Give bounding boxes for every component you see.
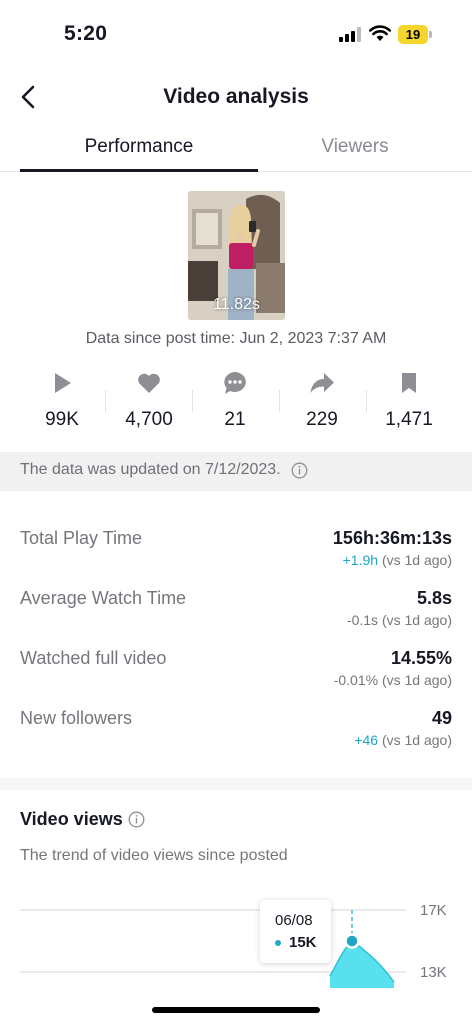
- heart-icon: [138, 373, 160, 393]
- metric-comments: 21: [192, 370, 278, 431]
- y-tick-17k: 17K: [420, 902, 447, 919]
- y-tick-13k: 13K: [420, 964, 447, 981]
- stat-value: 5.8s: [416, 588, 452, 608]
- tab-performance[interactable]: Performance: [20, 136, 258, 158]
- saves-count: 1,471: [385, 409, 433, 430]
- delta-amount: +46: [354, 732, 379, 748]
- comment-icon: [224, 372, 246, 394]
- info-icon[interactable]: [291, 462, 308, 479]
- delta-suffix: (vs 1d ago): [378, 552, 452, 568]
- status-bar: 5:20 19: [0, 0, 472, 70]
- tooltip-value: 15K: [289, 934, 317, 951]
- stat-total-play-time: Total Play Time 156h:36m:13s +1.9h (vs 1…: [0, 526, 472, 576]
- tab-bar: Performance Viewers: [0, 126, 472, 172]
- stat-new-followers: New followers 49 +46 (vs 1d ago): [0, 706, 472, 756]
- update-notice: The data was updated on 7/12/2023.: [20, 461, 281, 478]
- stat-delta: -0.1s (vs 1d ago): [347, 612, 452, 628]
- tab-viewers[interactable]: Viewers: [238, 136, 472, 158]
- stat-label: Watched full video: [20, 648, 167, 668]
- active-tab-indicator: [20, 169, 258, 172]
- series-dot: [275, 940, 281, 946]
- info-icon[interactable]: [128, 811, 145, 828]
- delta-suffix: (vs 1d ago): [378, 732, 452, 748]
- comments-count: 21: [224, 409, 246, 430]
- video-duration: 11.82s: [213, 296, 260, 313]
- data-since-text: Data since post time: Jun 2, 2023 7:37 A…: [85, 330, 387, 347]
- plays-count: 99K: [45, 409, 79, 430]
- video-thumbnail[interactable]: 11.82s: [188, 191, 285, 320]
- battery-icon: 19: [398, 25, 432, 44]
- stat-average-watch-time: Average Watch Time 5.8s -0.1s (vs 1d ago…: [0, 586, 472, 636]
- metric-saves: 1,471: [366, 370, 452, 431]
- stat-label: Average Watch Time: [20, 588, 187, 608]
- stat-watched-full-video: Watched full video 14.55% -0.01% (vs 1d …: [0, 646, 472, 696]
- delta-suffix: (vs 1d ago): [378, 612, 452, 628]
- tooltip-date: 06/08: [275, 912, 313, 929]
- bookmark-icon: [402, 373, 416, 393]
- play-icon: [55, 373, 71, 393]
- stat-delta: +1.9h (vs 1d ago): [343, 552, 452, 568]
- page-title: Video analysis: [163, 85, 309, 108]
- battery-level: 19: [405, 27, 421, 42]
- home-indicator[interactable]: [152, 1007, 320, 1013]
- delta-amount: -0.1s: [346, 612, 379, 628]
- delta-amount: +1.9h: [342, 552, 379, 568]
- chart-tooltip: 06/08 15K: [260, 900, 331, 963]
- metric-shares: 229: [279, 370, 365, 431]
- video-views-chart[interactable]: 17K 13K: [0, 890, 472, 988]
- stat-value: 156h:36m:13s: [332, 528, 452, 548]
- stat-delta: -0.01% (vs 1d ago): [334, 672, 452, 688]
- share-icon: [310, 373, 334, 393]
- data-point[interactable]: [344, 933, 360, 949]
- update-banner: The data was updated on 7/12/2023.: [0, 452, 472, 491]
- stat-value: 14.55%: [390, 648, 452, 668]
- cellular-signal-icon: [339, 27, 361, 42]
- wifi-icon: [369, 25, 391, 41]
- metric-likes: 4,700: [106, 370, 192, 431]
- delta-amount: -0.01%: [333, 672, 379, 688]
- video-views-subtitle: The trend of video views since posted: [20, 847, 288, 864]
- stat-label: New followers: [20, 708, 133, 728]
- metric-plays: 99K: [19, 370, 105, 431]
- shares-count: 229: [306, 409, 338, 430]
- stat-delta: +46 (vs 1d ago): [354, 732, 452, 748]
- video-views-title: Video views: [20, 809, 123, 829]
- status-time: 5:20: [64, 22, 108, 45]
- section-divider: [0, 778, 472, 790]
- stat-label: Total Play Time: [20, 528, 143, 548]
- delta-suffix: (vs 1d ago): [378, 672, 452, 688]
- stat-value: 49: [431, 708, 452, 728]
- likes-count: 4,700: [125, 409, 173, 430]
